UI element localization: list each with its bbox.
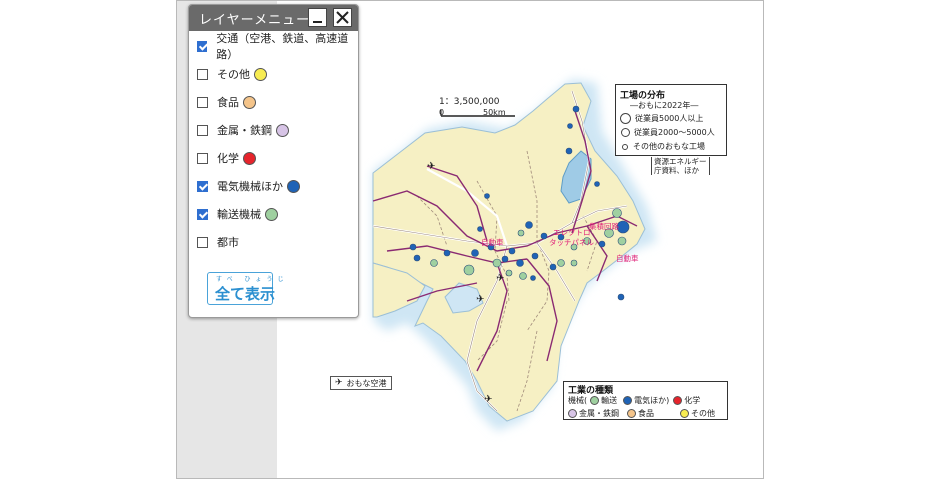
map-label-auto-east: 自動車 (616, 254, 639, 263)
close-button[interactable] (333, 8, 352, 27)
layer-label: 電気機械ほか (217, 180, 283, 193)
layer-checkbox[interactable] (197, 68, 208, 80)
map-label-auto-west: 自動車 (481, 238, 504, 247)
industry-type-legend: 工業の種類 機械( 輸送 電気ほか) 化学 金属・鉄鋼 食品 その他 (563, 381, 728, 420)
airport-icon: ✈ (484, 394, 492, 405)
layer-checkbox[interactable] (197, 124, 208, 136)
lavender-swatch-icon (276, 123, 289, 137)
distribution-legend-subtitle: ―おもに2022年― (630, 101, 699, 110)
transport-swatch-icon (590, 396, 600, 405)
layer-item-metal[interactable]: 金属・鉄鋼 (197, 120, 289, 140)
layer-item-transport-machinery[interactable]: 輸送機械 (197, 204, 278, 224)
scale-km: 50km (483, 108, 506, 117)
layer-checkbox[interactable] (197, 96, 208, 108)
red-swatch-icon (243, 151, 256, 165)
airport-icon: ✈ (476, 294, 484, 305)
layer-checkbox[interactable] (197, 180, 208, 192)
orange-swatch-icon (243, 95, 256, 109)
yellow-swatch-icon (254, 67, 267, 81)
chemical-swatch-icon (673, 396, 683, 405)
layer-checkbox[interactable] (197, 40, 208, 52)
map-label-integrated-circuit: 集積回路 (589, 222, 619, 231)
source-note: 資源エネルギー 庁資料、ほか (651, 157, 710, 175)
layer-checkbox[interactable] (197, 208, 208, 220)
source-note-line: 庁資料、ほか (654, 166, 699, 175)
scale-ratio: 1：3,500,000 (439, 97, 500, 107)
airport-legend-label: おもな空港 (346, 378, 387, 388)
distribution-item-label: その他のおもな工場 (633, 142, 705, 151)
layer-item-city[interactable]: 都市 (197, 232, 239, 252)
layer-item-chemical[interactable]: 化学 (197, 148, 256, 168)
layer-label: 輸送機械 (217, 208, 261, 221)
layer-label: 化学 (217, 152, 239, 165)
industry-type-row-2: 金属・鉄鋼 食品 その他 (568, 408, 715, 419)
close-icon (336, 11, 349, 24)
layer-item-electric[interactable]: 電気機械ほか (197, 176, 300, 196)
airplane-icon: ✈ (335, 378, 343, 388)
blue-swatch-icon (287, 179, 300, 193)
layer-label: 都市 (217, 236, 239, 249)
distribution-item-label: 従業員5000人以上 (635, 114, 704, 123)
distribution-item-medium: 従業員2000～5000人 (620, 127, 715, 138)
layer-item-other[interactable]: その他 (197, 64, 267, 84)
electric-swatch-icon (623, 396, 633, 405)
source-note-line: 資源エネルギー (654, 157, 707, 166)
metal-swatch-icon (568, 409, 577, 418)
distribution-item-small: その他のおもな工場 (620, 141, 705, 152)
large-circle-icon (620, 113, 631, 124)
show-all-ruby: すべ ひょうじ (216, 276, 289, 283)
machinery-prefix: 機械( (568, 396, 588, 405)
layer-checkbox[interactable] (197, 152, 208, 164)
green-swatch-icon (265, 207, 278, 221)
layer-checkbox[interactable] (197, 236, 208, 248)
layer-menu-panel: レイヤーメニュー 交通（空港、鉄道、高速道路） その他 食品 金属・鉄鋼 化学 … (188, 4, 359, 318)
type-label-food: 食品 (638, 409, 654, 418)
airport-legend: ✈ おもな空港 (330, 376, 392, 390)
layer-item-transport[interactable]: 交通（空港、鉄道、高速道路） (197, 32, 358, 61)
layer-menu-header: レイヤーメニュー (189, 5, 358, 31)
type-label-chemical: 化学 (684, 396, 701, 405)
layer-label: 金属・鉄鋼 (217, 124, 272, 137)
layer-label: 交通（空港、鉄道、高速道路） (216, 32, 349, 61)
type-label-metal: 金属・鉄鋼 (579, 409, 619, 418)
distribution-item-label: 従業員2000～5000人 (634, 128, 715, 137)
minimize-icon (313, 21, 322, 23)
show-all-button[interactable]: すべ ひょうじ 全て表示 (207, 272, 284, 305)
type-label-other: その他 (691, 409, 715, 418)
other-swatch-icon (680, 409, 689, 418)
show-all-label: 全て表示 (215, 285, 276, 303)
type-label-electric: 電気ほか) (634, 396, 670, 405)
layer-label: その他 (217, 68, 250, 81)
type-label-transport: 輸送 (601, 396, 618, 405)
airport-icon: ✈ (496, 273, 504, 284)
scale-zero: 0 (439, 108, 445, 117)
map-frame: ✈ ✈ ✈ ✈ 自動車 自動車 集積回路 エレクトロ タッチパネル 1：3,50… (176, 0, 764, 479)
factory-distribution-legend: 工場の分布 ―おもに2022年― 従業員5000人以上 従業員2000～5000… (615, 84, 727, 156)
distribution-item-large: 従業員5000人以上 (620, 113, 703, 124)
map-label-touch-panel: タッチパネル (549, 238, 594, 247)
airport-icon: ✈ (427, 161, 435, 172)
minimize-button[interactable] (308, 8, 327, 27)
food-swatch-icon (627, 409, 636, 418)
industry-type-row-1: 機械( 輸送 電気ほか) 化学 (568, 395, 700, 406)
layer-item-food[interactable]: 食品 (197, 92, 256, 112)
layer-label: 食品 (217, 96, 239, 109)
small-circle-icon (622, 143, 628, 150)
medium-circle-icon (621, 128, 630, 137)
layer-menu-title: レイヤーメニュー (199, 13, 311, 28)
